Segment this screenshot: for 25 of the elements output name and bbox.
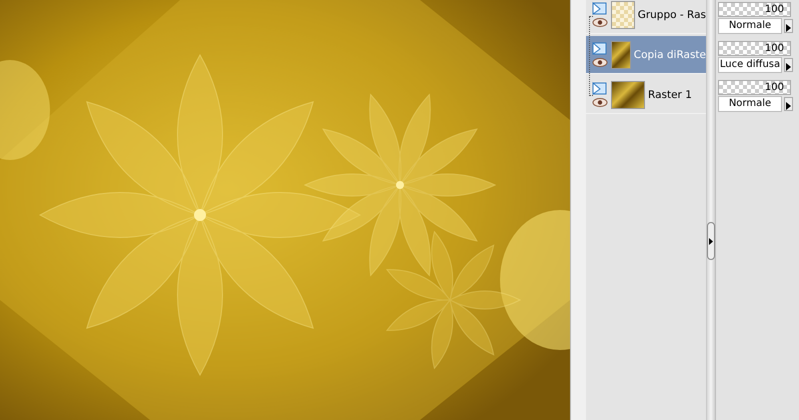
blend-mode-dropdown[interactable]: Normale [718, 96, 782, 112]
layer-thumbnail [611, 40, 631, 68]
dropdown-arrow-button[interactable] [784, 97, 793, 111]
blend-mode-dropdown[interactable]: Normale [718, 18, 782, 34]
blend-mode-dropdown[interactable]: Luce diffusa [718, 57, 782, 73]
arrow-icon [709, 238, 713, 244]
layer-icon[interactable] [592, 2, 608, 16]
layer-name: Copia diRaste [634, 48, 706, 60]
opacity-field[interactable]: 100 [718, 41, 791, 56]
eye-icon[interactable] [592, 98, 608, 107]
layer-icon[interactable] [592, 42, 608, 56]
eye-icon[interactable] [592, 58, 608, 67]
layer-row[interactable]: Gruppo - Ras [586, 0, 706, 34]
layer-name: Gruppo - Ras [638, 8, 706, 20]
splitter-handle[interactable] [707, 222, 715, 260]
dropdown-arrow-button[interactable] [784, 19, 793, 33]
layer-icon[interactable] [592, 82, 608, 96]
layer-row[interactable]: Raster 1 [586, 76, 706, 114]
dropdown-arrow-button[interactable] [784, 58, 793, 72]
layer-name: Raster 1 [648, 88, 692, 100]
layer-thumbnail [611, 0, 635, 28]
eye-icon[interactable] [592, 18, 608, 27]
layer-thumbnail [611, 80, 645, 108]
opacity-field[interactable]: 100 [718, 2, 791, 17]
opacity-field[interactable]: 100 [718, 80, 791, 95]
